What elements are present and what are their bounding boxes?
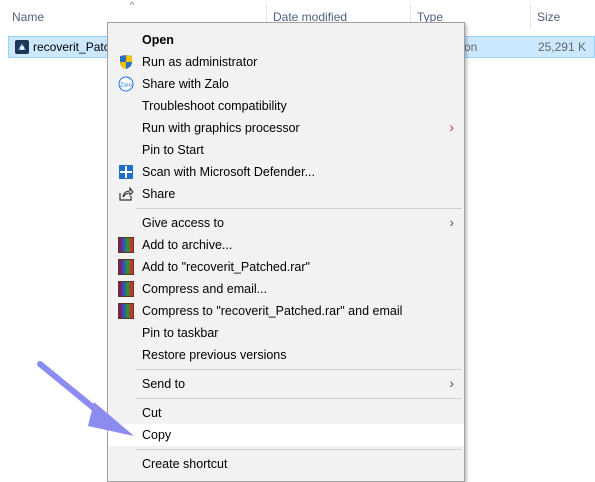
- menu-item-label: Share with Zalo: [142, 77, 229, 91]
- menu-item-troubleshoot-compatibility[interactable]: Troubleshoot compatibility: [108, 95, 464, 117]
- menu-divider: [136, 208, 462, 209]
- menu-item-scan-with-defender[interactable]: Scan with Microsoft Defender...: [108, 161, 464, 183]
- menu-item-share-with-zalo[interactable]: Zalo Share with Zalo: [108, 73, 464, 95]
- file-name: recoverit_Patc: [33, 40, 110, 54]
- annotation-arrow-icon: [37, 361, 134, 436]
- menu-item-pin-to-start[interactable]: Pin to Start: [108, 139, 464, 161]
- winrar-icon: [118, 281, 134, 297]
- menu-item-add-to-rar[interactable]: Add to "recoverit_Patched.rar": [108, 256, 464, 278]
- chevron-right-icon: ›: [449, 214, 454, 230]
- menu-item-compress-to-rar-and-email[interactable]: Compress to "recoverit_Patched.rar" and …: [108, 300, 464, 322]
- winrar-icon: [118, 303, 134, 319]
- context-menu: Open Run as administrator Zalo Share wit…: [107, 22, 465, 482]
- sort-ascending-icon: ^: [130, 0, 135, 10]
- menu-item-label: Send to: [142, 377, 186, 391]
- menu-item-give-access-to[interactable]: Give access to ›: [108, 212, 464, 234]
- chevron-right-icon: ›: [449, 119, 454, 135]
- column-name[interactable]: Name: [12, 10, 44, 24]
- menu-item-run-as-administrator[interactable]: Run as administrator: [108, 51, 464, 73]
- menu-item-label: Create shortcut: [142, 457, 228, 471]
- menu-item-pin-to-taskbar[interactable]: Pin to taskbar: [108, 322, 464, 344]
- menu-item-share[interactable]: Share: [108, 183, 464, 205]
- menu-item-cut[interactable]: Cut: [108, 402, 464, 424]
- menu-item-add-to-archive[interactable]: Add to archive...: [108, 234, 464, 256]
- file-type: on: [464, 40, 478, 54]
- menu-divider: [136, 398, 462, 399]
- chevron-right-icon: ›: [449, 375, 454, 391]
- uac-shield-icon: [120, 55, 132, 69]
- winrar-icon: [118, 259, 134, 275]
- application-icon: [15, 40, 29, 54]
- menu-item-label: Troubleshoot compatibility: [142, 99, 287, 113]
- winrar-icon: [118, 237, 134, 253]
- menu-item-run-with-graphics-processor[interactable]: Run with graphics processor ›: [108, 117, 464, 139]
- menu-item-label: Compress and email...: [142, 282, 268, 296]
- menu-item-label: Restore previous versions: [142, 348, 287, 362]
- menu-item-label: Pin to Start: [142, 143, 204, 157]
- menu-divider: [136, 369, 462, 370]
- menu-item-label: Scan with Microsoft Defender...: [142, 165, 315, 179]
- menu-divider: [136, 449, 462, 450]
- menu-item-send-to[interactable]: Send to ›: [108, 373, 464, 395]
- menu-item-restore-previous-versions[interactable]: Restore previous versions: [108, 344, 464, 366]
- menu-item-label: Add to "recoverit_Patched.rar": [142, 260, 310, 274]
- menu-item-compress-and-email[interactable]: Compress and email...: [108, 278, 464, 300]
- menu-item-open[interactable]: Open: [108, 29, 464, 51]
- menu-item-label: Run as administrator: [142, 55, 258, 69]
- svg-text:Zalo: Zalo: [120, 83, 133, 89]
- menu-item-label: Run with graphics processor: [142, 121, 300, 135]
- column-divider[interactable]: [530, 5, 531, 29]
- menu-item-label: Pin to taskbar: [142, 326, 219, 340]
- share-icon: [119, 186, 134, 201]
- column-size[interactable]: Size: [537, 10, 560, 24]
- menu-item-label: Copy: [142, 428, 172, 442]
- menu-item-copy[interactable]: Copy: [108, 424, 464, 446]
- zalo-icon: Zalo: [118, 76, 134, 92]
- file-size: 25,291 K: [537, 40, 586, 54]
- menu-item-create-shortcut[interactable]: Create shortcut: [108, 453, 464, 475]
- defender-icon: [119, 165, 133, 179]
- menu-item-label: Give access to: [142, 216, 224, 230]
- menu-item-label: Open: [142, 33, 174, 47]
- menu-item-label: Add to archive...: [142, 238, 233, 252]
- menu-item-label: Share: [142, 187, 176, 201]
- menu-item-label: Compress to "recoverit_Patched.rar" and …: [142, 304, 403, 318]
